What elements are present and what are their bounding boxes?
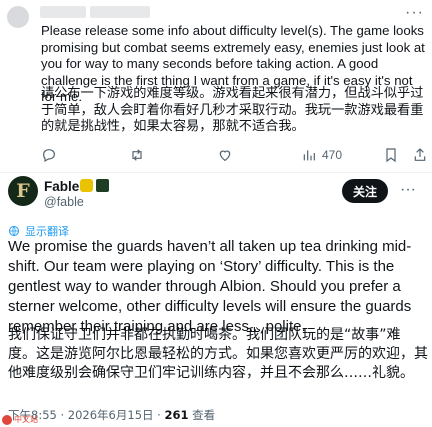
share-icon	[414, 148, 426, 161]
views-label: 查看	[188, 408, 216, 422]
watermark-text: 中文站	[14, 415, 38, 424]
main-tweet: F Fable @fable 关注 ··· 显示翻译 We promise th…	[0, 173, 432, 427]
user-avatar[interactable]	[7, 6, 29, 28]
retweet-button[interactable]	[129, 147, 145, 163]
views-stat[interactable]: 470	[301, 147, 342, 163]
site-watermark: 中文站	[2, 414, 38, 425]
tweet-actions: 470	[41, 147, 427, 165]
heart-icon	[219, 150, 231, 162]
user-handle-redacted	[90, 6, 150, 18]
user-name-redacted	[40, 6, 86, 18]
follow-button[interactable]: 关注	[342, 179, 388, 203]
fable-avatar[interactable]: F	[8, 176, 38, 206]
tweet-text-chinese: 我们保证守卫们并非都在执勤时喝茶。我们团队玩的是“故事”难度。这是游览阿尔比恩最…	[8, 327, 428, 381]
bookmark-icon	[386, 148, 396, 163]
more-options-icon[interactable]: ···	[400, 181, 416, 199]
display-name[interactable]: Fable	[44, 179, 79, 194]
analytics-icon	[303, 150, 315, 161]
reply-button[interactable]	[41, 147, 57, 163]
watermark-logo-icon	[2, 414, 12, 425]
views-count: 261	[164, 408, 189, 422]
retweet-icon	[132, 149, 142, 161]
translate-icon	[9, 226, 19, 236]
user-handle[interactable]: @fable	[44, 195, 84, 209]
tweet-text-chinese: 请公布一下游戏的难度等级。游戏看起来很有潜力，但战斗似乎过于简单，敌人会盯着你看…	[41, 86, 424, 134]
reply-icon	[43, 149, 55, 163]
like-button[interactable]	[217, 147, 233, 163]
reply-tweet: ··· Please release some info about diffi…	[0, 0, 432, 172]
share-button[interactable]	[412, 147, 428, 163]
tweet-meta: 下午8:55 · 2026年6月15日 · 261 查看	[8, 407, 215, 423]
bookmark-button[interactable]	[383, 147, 399, 163]
views-count: 470	[322, 148, 343, 162]
verified-badge-icon	[80, 179, 93, 192]
more-options-icon[interactable]: ···	[405, 4, 424, 22]
avatar-logo-letter: F	[16, 180, 30, 202]
affiliation-badge-icon	[96, 179, 109, 192]
tweet-text-english: We promise the guards haven’t all taken …	[8, 238, 412, 335]
